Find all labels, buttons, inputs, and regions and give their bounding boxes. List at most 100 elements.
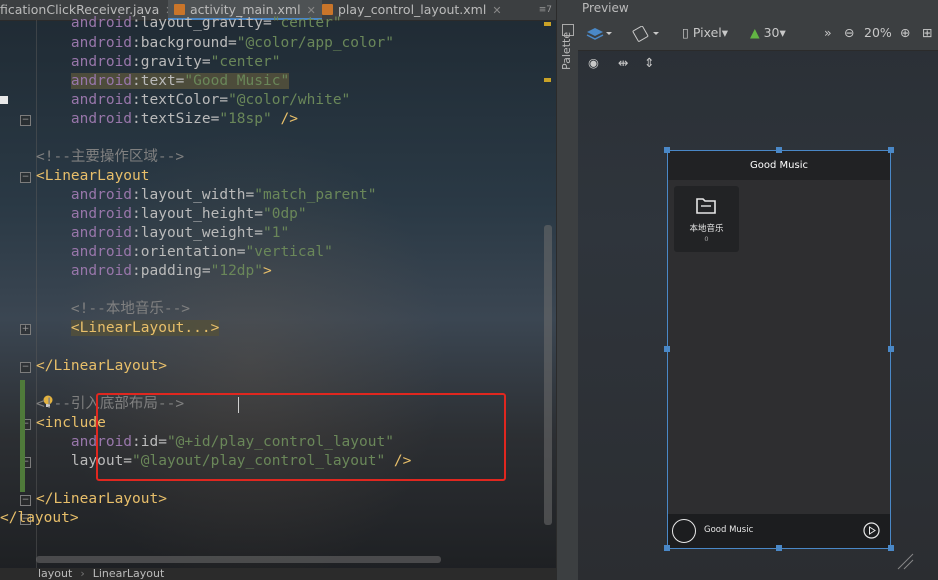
code-line: android:textSize="18sp" /> (36, 110, 298, 129)
preview-header: Preview (578, 0, 938, 18)
fold-toggle[interactable]: − (20, 495, 31, 506)
xml-value: "1" (262, 225, 290, 241)
tab-overflow-menu[interactable]: ≡7 (539, 0, 552, 20)
breadcrumb-item[interactable]: LinearLayout (93, 567, 165, 580)
code-editor[interactable]: ficationClickReceiver.java✕ activity_mai… (0, 0, 556, 580)
layers-icon[interactable] (586, 26, 612, 42)
code-line: <LinearLayout (36, 167, 150, 186)
resize-grip-icon[interactable] (896, 552, 914, 570)
xml-tag: </LinearLayout> (36, 491, 167, 507)
code-line: android:text="Good Music" (36, 72, 290, 91)
xml-attribute: :layout_width= (132, 187, 255, 203)
vertical-scrollbar[interactable] (544, 225, 552, 525)
eye-icon[interactable]: ◉ (588, 55, 599, 70)
resize-handle[interactable] (776, 545, 782, 551)
xml-attribute: :padding= (132, 263, 211, 279)
breadcrumb: layout › LinearLayout (0, 568, 556, 580)
xml-comment: <!--主要操作区域--> (36, 149, 185, 165)
local-music-card[interactable]: 本地音乐 0 (674, 186, 739, 252)
fold-toggle[interactable]: − (20, 172, 31, 183)
fold-toggle[interactable]: − (20, 362, 31, 373)
resize-handle[interactable] (664, 147, 670, 153)
resize-handle[interactable] (664, 545, 670, 551)
zoom-in-button[interactable]: ⊕ (900, 25, 910, 40)
xml-value: "Good Music" (184, 73, 290, 89)
xml-namespace: android (70, 244, 133, 260)
resize-handle[interactable] (888, 346, 894, 352)
xml-attribute: :gravity= (132, 54, 211, 70)
xml-attribute: :orientation= (132, 244, 246, 260)
xml-value: "@color/white" (228, 92, 351, 108)
xml-attribute: :text= (132, 73, 185, 89)
resize-handle[interactable] (888, 147, 894, 153)
orientation-icon[interactable] (632, 26, 662, 42)
device-selector[interactable]: ▯ Pixel▾ (682, 25, 728, 40)
zoom-out-button[interactable]: ⊖ (844, 25, 854, 40)
xml-namespace: android (70, 35, 133, 51)
xml-value: "vertical" (245, 244, 333, 260)
xml-tag: </LinearLayout> (36, 358, 167, 374)
code-line: android:background="@color/app_color" (36, 34, 394, 53)
xml-attribute: :textSize= (132, 111, 220, 127)
code-line: <!--主要操作区域--> (36, 148, 184, 167)
resize-handle[interactable] (888, 545, 894, 551)
horizontal-constraint-icon[interactable]: ⇹ (618, 55, 628, 70)
device-preview[interactable]: Good Music 本地音乐 0 Good Music (667, 150, 891, 549)
code-line: <LinearLayout...> (36, 319, 220, 338)
fold-toggle[interactable]: − (20, 115, 31, 126)
gutter-marker (0, 96, 8, 104)
code-line: </LinearLayout> (36, 490, 167, 509)
xml-value: "center" (271, 15, 342, 31)
code-line: android:gravity="center" (36, 53, 281, 72)
code-line: android:padding="12dp"> (36, 262, 272, 281)
api-level-selector[interactable]: ▲ 30▾ (750, 25, 786, 40)
breadcrumb-separator: › (80, 567, 85, 580)
xml-namespace: android (70, 111, 133, 127)
xml-comment: <!--本地音乐--> (70, 301, 191, 317)
xml-attribute: :background= (132, 35, 237, 51)
xml-value: "@color/app_color" (236, 35, 394, 51)
code-line: </LinearLayout> (36, 357, 167, 376)
fold-toggle[interactable]: + (20, 324, 31, 335)
local-music-label: 本地音乐 (689, 224, 724, 234)
palette-tab[interactable]: Palette (560, 32, 573, 70)
tab-play-control-layout[interactable]: play_control_layout.xml ✕ (318, 0, 506, 20)
preview-panel: Preview ▯ Pixel▾ ▲ 30▾ » ⊖ 20% ⊕ ⊞ ◉ ⇹ ⇕… (578, 0, 938, 580)
warning-marker[interactable] (544, 78, 551, 82)
close-icon[interactable]: ✕ (492, 4, 501, 17)
play-icon[interactable] (863, 522, 880, 539)
play-control-bar[interactable]: Good Music (668, 514, 890, 548)
device-name: Pixel (692, 25, 722, 40)
editor-gutter: − − + − − − − − (0, 20, 37, 568)
xml-namespace: android (70, 15, 133, 31)
vertical-constraint-icon[interactable]: ⇕ (644, 55, 654, 70)
breadcrumb-item[interactable]: layout (38, 567, 72, 580)
album-art[interactable] (672, 519, 696, 543)
code-line: android:layout_gravity="center" (36, 14, 342, 33)
overflow-icon[interactable]: » (824, 25, 832, 40)
code-line: android:layout_height="0dp" (36, 205, 307, 224)
xml-tag-folded[interactable]: <LinearLayout...> (70, 320, 220, 336)
warning-marker[interactable] (544, 22, 551, 26)
zoom-level: 20% (864, 25, 892, 40)
preview-toolbar: ▯ Pixel▾ ▲ 30▾ » ⊖ 20% ⊕ ⊞ (578, 18, 938, 51)
app-title-bar: Good Music (668, 151, 890, 180)
annotation-highlight-box (96, 393, 506, 481)
xml-value: "center" (210, 54, 281, 70)
now-playing-title: Good Music (704, 525, 754, 535)
xml-value: "match_parent" (254, 187, 377, 203)
code-line: android:orientation="vertical" (36, 243, 333, 262)
horizontal-scrollbar[interactable] (36, 556, 441, 563)
xml-tag: <LinearLayout (36, 168, 150, 184)
xml-namespace: android (70, 263, 133, 279)
resize-handle[interactable] (776, 147, 782, 153)
xml-namespace: android (70, 54, 133, 70)
tab-label: play_control_layout.xml (338, 2, 487, 17)
resize-handle[interactable] (664, 346, 670, 352)
xml-namespace: android (70, 206, 133, 222)
preview-title: Preview (582, 1, 629, 15)
xml-namespace: android (70, 187, 133, 203)
xml-attribute: :textColor= (132, 92, 229, 108)
code-line: </layout> (0, 509, 79, 528)
zoom-fit-button[interactable]: ⊞ (922, 25, 932, 40)
